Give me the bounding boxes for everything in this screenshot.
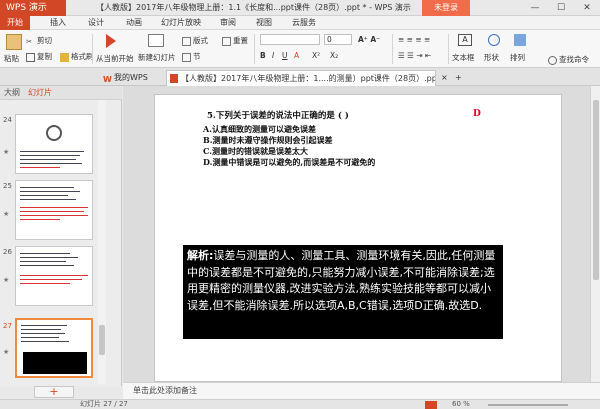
animation-star-icon: ★: [3, 148, 10, 156]
slide-thumbnail[interactable]: [15, 180, 93, 240]
add-slide-button[interactable]: +: [34, 386, 74, 398]
cut-button[interactable]: ✂ 剪切: [26, 35, 52, 46]
text-box-button[interactable]: A 文本框: [452, 34, 475, 63]
option-c: C.测量时的错误就是误差太大: [203, 146, 309, 156]
document-tab-bar: W 我的WPS 【人教版】2017年八年级物理上册：1....的测量）ppt课件…: [0, 68, 600, 86]
tab-current-document[interactable]: 【人教版】2017年八年级物理上册：1....的测量）ppt课件（28页）.pp…: [166, 70, 436, 86]
new-slide-button[interactable]: 新建幻灯片: [138, 34, 176, 63]
tab-slides[interactable]: 幻灯片: [28, 86, 52, 100]
play-from-current-button[interactable]: 从当前开始: [96, 34, 134, 64]
tab-view[interactable]: 视图: [250, 16, 278, 30]
layout-button[interactable]: 版式: [182, 35, 208, 46]
window-title: 【人教版】2017年八年级物理上册：1.1《长度和...ppt课件（28页）.p…: [96, 3, 411, 12]
option-b: B.测量时未遵守操作规则会引起误差: [203, 135, 333, 145]
close-tab-icon[interactable]: ×: [438, 70, 452, 86]
tab-animation[interactable]: 动画: [120, 16, 148, 30]
list-icons[interactable]: ☰ ☰ ⇥ ⇤: [398, 51, 431, 60]
play-icon: [106, 34, 116, 48]
option-a: A.认真细致的测量可以避免误差: [203, 124, 316, 134]
arrange-icon: [514, 34, 526, 46]
search-icon: [548, 55, 557, 65]
layout-icon: [182, 36, 191, 46]
font-size-select[interactable]: 0: [324, 34, 352, 45]
find-command-button[interactable]: 查找命令: [548, 54, 589, 65]
animation-star-icon: ★: [3, 348, 10, 356]
answer-label: D: [473, 109, 481, 119]
bold-button[interactable]: B: [260, 51, 266, 60]
slide-thumbnail-selected[interactable]: [15, 318, 93, 378]
slide-editor[interactable]: 5.下列关于误差的说法中正确的是 ( ) D A.认真细致的测量可以避免误差 B…: [154, 94, 562, 382]
slide-number: 25: [3, 182, 12, 190]
copy-button[interactable]: 复制: [26, 51, 52, 62]
tab-my-wps[interactable]: W 我的WPS: [100, 70, 164, 86]
minimize-icon[interactable]: —: [522, 0, 548, 16]
italic-button[interactable]: I: [272, 51, 274, 60]
ribbon-toolbar: 粘贴 ✂ 剪切 复制 格式刷 从当前开始 新建幻灯片 版式 节 重置 0 A⁺ A…: [0, 30, 600, 68]
reset-icon: [222, 36, 231, 46]
ppt-file-icon: [170, 74, 178, 83]
section-icon: [182, 52, 191, 62]
slide-counter: 幻灯片 27 / 27: [80, 400, 128, 408]
shape-icon: [488, 34, 500, 46]
close-icon[interactable]: ✕: [574, 0, 600, 16]
question-title: 5.下列关于误差的说法中正确的是 ( ): [207, 111, 349, 121]
slide-panel-scrollbar[interactable]: [98, 100, 106, 384]
stopwatch-icon: [46, 125, 62, 141]
subscript-button[interactable]: X₂: [330, 51, 338, 60]
underline-button[interactable]: U: [282, 51, 288, 60]
app-menu-button[interactable]: WPS 演示: [0, 0, 66, 16]
slide-thumbnail[interactable]: [15, 246, 93, 306]
tab-design[interactable]: 设计: [82, 16, 110, 30]
tab-home[interactable]: 开始: [0, 16, 30, 30]
font-color-button[interactable]: A: [294, 51, 299, 60]
reset-button[interactable]: 重置: [222, 35, 248, 46]
maximize-icon[interactable]: ☐: [548, 0, 574, 16]
slide-thumbnail[interactable]: [15, 114, 93, 174]
menu-bar: 开始 插入 设计 动画 幻灯片放映 审阅 视图 云服务: [0, 16, 600, 30]
status-bar: 幻灯片 27 / 27 60 %: [0, 399, 600, 409]
wps-logo-icon: W: [103, 75, 112, 84]
slide-number: 26: [3, 248, 12, 256]
section-button[interactable]: 节: [182, 51, 201, 62]
paste-icon: [6, 34, 22, 50]
animation-star-icon: ★: [3, 210, 10, 218]
slide-number: 27: [3, 322, 12, 330]
explanation-text: 误差与测量的人、测量工具、测量环境有关,因此,任何测量中的误差都是不可避免的,只…: [187, 249, 496, 312]
title-bar: WPS 演示 【人教版】2017年八年级物理上册：1.1《长度和...ppt课件…: [0, 0, 600, 16]
font-name-select[interactable]: [260, 34, 320, 45]
login-button[interactable]: 未登录: [422, 0, 470, 16]
explanation-lead: 解析:: [187, 249, 214, 262]
paste-button[interactable]: 粘贴: [4, 34, 22, 64]
align-icons[interactable]: ≡ ≡ ≡ ≡: [398, 35, 430, 44]
animation-star-icon: ★: [3, 276, 10, 284]
canvas-scrollbar[interactable]: [590, 86, 600, 382]
notes-area[interactable]: 单击此处添加备注: [123, 382, 600, 399]
tab-slideshow[interactable]: 幻灯片放映: [156, 16, 206, 30]
slideshow-play-icon[interactable]: [425, 401, 437, 409]
tab-cloud[interactable]: 云服务: [286, 16, 322, 30]
superscript-button[interactable]: X²: [312, 51, 320, 60]
slide-number: 24: [3, 116, 12, 124]
new-tab-icon[interactable]: +: [452, 70, 466, 86]
arrange-button[interactable]: 排列: [510, 34, 526, 63]
font-grow-icon[interactable]: A⁺ A⁻: [358, 35, 380, 44]
option-d: D.测量中错误是可以避免的,而误差是不可避免的: [203, 157, 376, 167]
tab-insert[interactable]: 插入: [44, 16, 72, 30]
explanation-box: 解析:误差与测量的人、测量工具、测量环境有关,因此,任何测量中的误差都是不可避免…: [183, 245, 503, 339]
thumbnail-explanation-block: [23, 352, 87, 374]
new-slide-icon: [148, 34, 164, 47]
copy-icon: [26, 52, 35, 62]
shape-button[interactable]: 形状: [484, 34, 500, 63]
tab-outline[interactable]: 大纲: [4, 86, 20, 100]
tab-review[interactable]: 审阅: [214, 16, 242, 30]
zoom-level: 60 %: [452, 400, 470, 408]
brush-icon: [60, 52, 69, 62]
text-box-icon: A: [458, 34, 472, 46]
panel-tabs: 大纲 幻灯片: [0, 86, 122, 100]
scissors-icon: ✂: [26, 36, 33, 46]
slide-canvas: 5.下列关于误差的说法中正确的是 ( ) D A.认真细致的测量可以避免误差 B…: [123, 86, 590, 382]
slide-panel: 大纲 幻灯片 24 ★ 25 ★ 26 ★ 27 ★ +: [0, 86, 122, 398]
zoom-slider[interactable]: [488, 404, 568, 406]
format-painter-button[interactable]: 格式刷: [60, 51, 94, 62]
